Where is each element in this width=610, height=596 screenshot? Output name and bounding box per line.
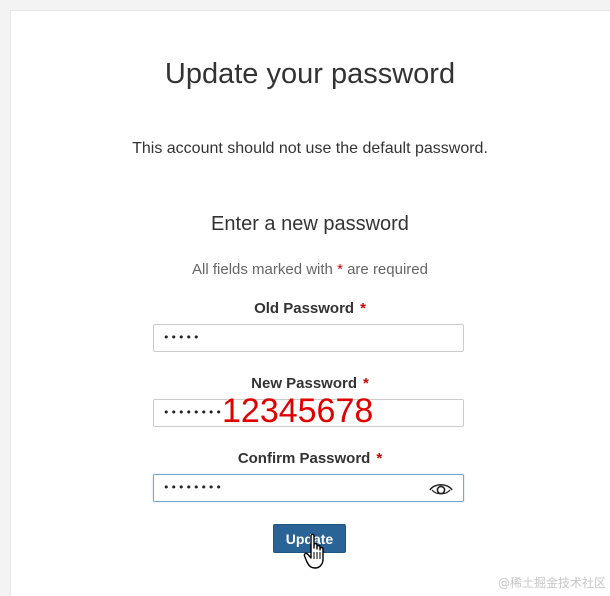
new-password-label: New Password * xyxy=(0,374,610,394)
confirm-password-label: Confirm Password * xyxy=(0,449,610,469)
old-password-value: ••••• xyxy=(163,331,201,344)
default-password-notice: This account should not use the default … xyxy=(132,140,488,157)
required-note-after: are required xyxy=(347,261,428,278)
hand-pointer-icon xyxy=(303,532,329,572)
confirm-password-value: •••••••• xyxy=(163,481,223,494)
watermark: @稀土掘金技术社区 xyxy=(497,576,606,590)
form-subtitle: Enter a new password xyxy=(211,213,409,235)
old-password-required-star: * xyxy=(360,300,366,317)
confirm-password-field[interactable]: •••••••• xyxy=(153,474,464,502)
old-password-label: Old Password * xyxy=(0,299,610,319)
new-password-label-text: New Password xyxy=(251,375,358,392)
password-annotation: 12345678 xyxy=(222,392,374,430)
new-password-value: •••••••• xyxy=(163,406,223,419)
eye-icon[interactable] xyxy=(429,481,453,497)
required-fields-note: All fields marked with * are required xyxy=(0,260,610,280)
new-password-required-star: * xyxy=(363,375,369,392)
required-note-before: All fields marked with xyxy=(192,261,333,278)
old-password-field[interactable]: ••••• xyxy=(153,324,464,352)
old-password-label-text: Old Password xyxy=(254,300,355,317)
confirm-password-label-text: Confirm Password xyxy=(237,450,371,467)
confirm-password-required-star: * xyxy=(376,450,383,467)
page-title: Update your password xyxy=(164,58,456,90)
required-star: * xyxy=(337,261,343,278)
